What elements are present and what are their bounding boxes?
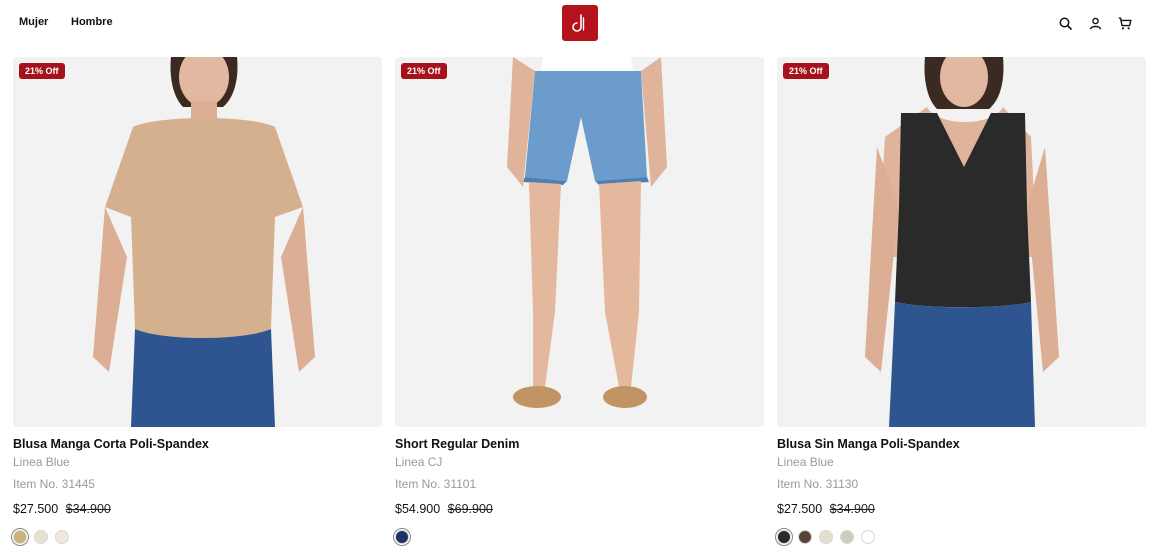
product-image[interactable]: 21% Off bbox=[13, 57, 382, 427]
product-line: Linea Blue bbox=[777, 455, 834, 469]
product-card[interactable]: 21% Off Short Regular Denim Linea CJ Ite… bbox=[395, 57, 764, 544]
discount-badge: 21% Off bbox=[19, 63, 65, 79]
model-photo bbox=[395, 57, 764, 427]
price-row: $54.900 $69.900 bbox=[395, 502, 764, 518]
color-swatch[interactable] bbox=[34, 530, 48, 544]
color-swatch[interactable] bbox=[819, 530, 833, 544]
current-price: $27.500 bbox=[777, 502, 823, 516]
original-price: $34.900 bbox=[829, 502, 875, 516]
product-title[interactable]: Blusa Manga Corta Poli-Spandex bbox=[13, 437, 382, 454]
current-price: $27.500 bbox=[13, 502, 59, 516]
original-price: $34.900 bbox=[65, 502, 111, 516]
original-price: $69.900 bbox=[447, 502, 493, 516]
color-swatch[interactable] bbox=[861, 530, 875, 544]
cart-icon[interactable] bbox=[1117, 15, 1133, 31]
logo-mark-icon bbox=[572, 14, 585, 32]
product-card[interactable]: 21% Off Blusa Sin Manga Poli-Spandex Lin… bbox=[777, 57, 1146, 544]
product-line: Linea CJ bbox=[395, 455, 443, 469]
user-icon[interactable] bbox=[1087, 15, 1103, 31]
color-swatch[interactable] bbox=[13, 530, 27, 544]
color-swatch[interactable] bbox=[55, 530, 69, 544]
product-line: Linea Blue bbox=[13, 455, 70, 469]
item-number: Item No. 31445 bbox=[13, 477, 96, 491]
color-swatch[interactable] bbox=[798, 530, 812, 544]
product-card[interactable]: 21% Off Blusa Manga Corta Poli-Spandex L… bbox=[13, 57, 382, 544]
product-image[interactable]: 21% Off bbox=[395, 57, 764, 427]
product-title[interactable]: Blusa Sin Manga Poli-Spandex bbox=[777, 437, 1146, 454]
search-icon[interactable] bbox=[1057, 15, 1073, 31]
color-swatch[interactable] bbox=[777, 530, 791, 544]
color-swatch[interactable] bbox=[840, 530, 854, 544]
top-navigation: Mujer Hombre bbox=[0, 0, 1158, 48]
color-swatches bbox=[777, 530, 1146, 544]
discount-badge: 21% Off bbox=[401, 63, 447, 79]
product-image[interactable]: 21% Off bbox=[777, 57, 1146, 427]
brand-logo[interactable] bbox=[562, 5, 598, 41]
header-actions bbox=[1057, 15, 1133, 31]
price-row: $27.500 $34.900 bbox=[13, 502, 382, 518]
color-swatches bbox=[13, 530, 382, 544]
color-swatch[interactable] bbox=[395, 530, 409, 544]
product-title[interactable]: Short Regular Denim bbox=[395, 437, 764, 454]
nav-item-hombre[interactable]: Hombre bbox=[71, 16, 113, 28]
item-number: Item No. 31101 bbox=[395, 477, 477, 491]
current-price: $54.900 bbox=[395, 502, 441, 516]
color-swatches bbox=[395, 530, 764, 544]
model-photo bbox=[777, 57, 1146, 427]
nav-item-mujer[interactable]: Mujer bbox=[19, 16, 48, 28]
model-photo bbox=[13, 57, 382, 427]
discount-badge: 21% Off bbox=[783, 63, 829, 79]
price-row: $27.500 $34.900 bbox=[777, 502, 1146, 518]
item-number: Item No. 31130 bbox=[777, 477, 859, 491]
